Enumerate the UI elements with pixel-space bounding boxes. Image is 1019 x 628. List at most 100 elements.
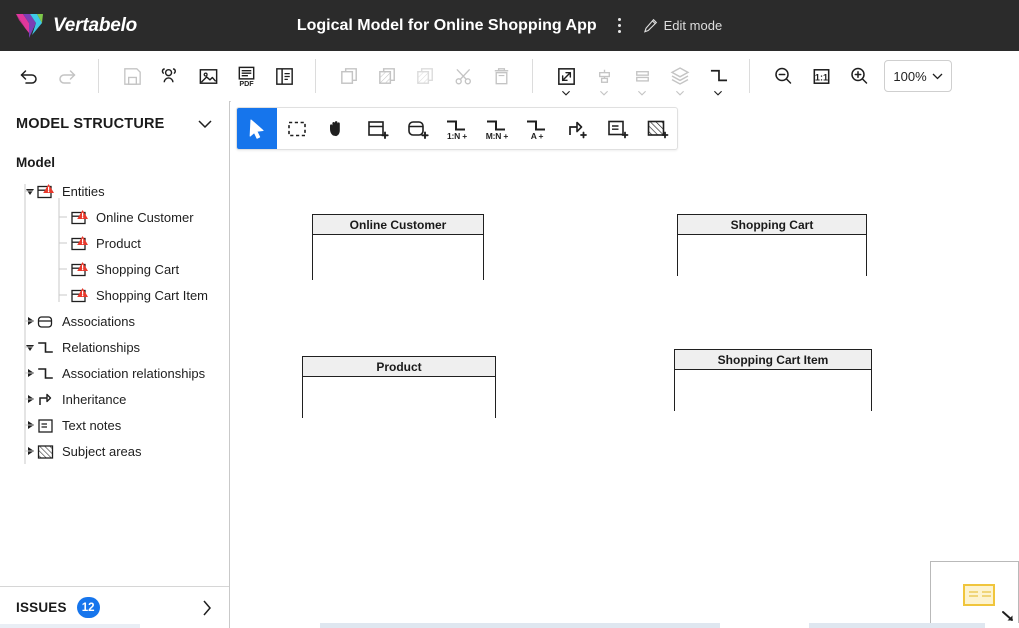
entity-attribute-list[interactable] [313, 235, 483, 280]
tree-node-shopping-cart[interactable]: Shopping Cart [0, 256, 229, 282]
chevron-down-icon[interactable] [714, 90, 723, 96]
entity-box[interactable]: Online Customer [312, 214, 484, 280]
scissors-icon [455, 68, 471, 84]
add-inheritance-tool[interactable] [557, 108, 597, 149]
documentation-button[interactable] [265, 57, 303, 95]
tree-root-label[interactable]: Model [0, 153, 229, 178]
header-center-block: Logical Model for Online Shopping App Ed… [0, 0, 1019, 51]
add-many-to-many-tool[interactable]: M:N + [477, 108, 517, 149]
issues-left-group: ISSUES 12 [16, 597, 100, 618]
minimap[interactable] [930, 561, 1019, 626]
tree-node-associations[interactable]: Associations [0, 308, 229, 334]
layers-button[interactable] [661, 57, 699, 96]
align-vertical-button[interactable] [585, 57, 623, 96]
triangle-right-icon [28, 369, 34, 377]
tree-node-online-customer[interactable]: Online Customer [0, 204, 229, 230]
chevron-down-icon[interactable] [600, 90, 609, 96]
chevron-right-icon[interactable] [201, 599, 213, 617]
redo-arrow-icon [59, 70, 76, 84]
cut-button[interactable] [444, 57, 482, 95]
entity-box[interactable]: Product [302, 356, 496, 418]
expand-triangle-icon[interactable] [24, 341, 36, 353]
add-one-to-many-tool[interactable]: 1:N + [437, 108, 477, 149]
collapse-triangle-icon[interactable] [24, 419, 36, 431]
tree-node-label: Subject areas [62, 443, 142, 459]
tree-node-text-notes[interactable]: Text notes [0, 412, 229, 438]
select-tool[interactable] [237, 108, 277, 149]
collapse-triangle-icon[interactable] [24, 367, 36, 379]
marquee-select-tool[interactable] [277, 108, 317, 149]
redo-button[interactable] [48, 57, 86, 95]
collapse-triangle-icon[interactable] [24, 315, 36, 327]
tree-node-association-relationships[interactable]: Association relationships [0, 360, 229, 386]
tree-node-inheritance[interactable]: Inheritance [0, 386, 229, 412]
add-text-note-tool[interactable] [597, 108, 637, 149]
pan-tool[interactable] [317, 108, 357, 149]
align-horizontal-icon [635, 70, 649, 82]
entity-attribute-list[interactable] [675, 370, 871, 411]
add-association-relationship-tool[interactable]: A + [517, 108, 557, 149]
entity-warning-icon [36, 183, 55, 200]
horizontal-scrollbar[interactable] [231, 623, 1019, 628]
scrollbar-thumb[interactable] [320, 623, 720, 628]
add-association-tool[interactable] [397, 108, 437, 149]
entity-box[interactable]: Shopping Cart [677, 214, 867, 276]
brand-logo[interactable]: Vertabelo [14, 11, 137, 40]
minimap-viewport[interactable] [963, 584, 995, 606]
tree-node-label: Associations [62, 313, 135, 329]
issues-bar[interactable]: ISSUES 12 [0, 586, 229, 628]
entity-attribute-list[interactable] [303, 377, 495, 418]
entity-box[interactable]: Shopping Cart Item [674, 349, 872, 411]
zoom-out-button[interactable] [764, 57, 802, 95]
diagram-surface[interactable]: Online Customer Shopping Cart Product Shopp… [231, 101, 1019, 628]
delete-button[interactable] [482, 57, 520, 95]
cursor-arrow-icon [249, 118, 264, 139]
add-entity-tool[interactable] [357, 108, 397, 149]
export-image-button[interactable] [189, 57, 227, 95]
collapse-triangle-icon[interactable] [24, 393, 36, 405]
toolbar-separator [532, 59, 533, 93]
zoom-reset-button[interactable]: 1:1 [802, 57, 840, 95]
align-horizontal-button[interactable] [623, 57, 661, 96]
chevron-down-icon[interactable] [638, 90, 647, 96]
chevron-down-icon [932, 73, 943, 79]
paste-button[interactable] [368, 57, 406, 95]
edit-mode-button[interactable]: Edit mode [643, 18, 722, 33]
copy-button[interactable] [330, 57, 368, 95]
auto-size-button[interactable] [547, 57, 585, 96]
share-button[interactable] [151, 57, 189, 95]
chevron-down-icon[interactable] [562, 90, 571, 96]
chevron-down-icon[interactable] [676, 90, 685, 96]
text-note-plus-icon [608, 120, 629, 138]
scrollbar-thumb-secondary[interactable] [809, 623, 985, 628]
toolbar-separator [315, 59, 316, 93]
entity-attribute-list[interactable] [678, 235, 866, 276]
zoom-in-button[interactable] [840, 57, 878, 95]
kebab-menu-icon[interactable] [611, 15, 629, 37]
diagram-canvas[interactable]: Online Customer Shopping Cart Product Shopp… [231, 101, 1019, 628]
chevron-down-icon[interactable] [197, 119, 213, 129]
align-vertical-icon [598, 69, 610, 83]
collapse-triangle-icon[interactable] [24, 445, 36, 457]
resize-diagonal-arrow-icon[interactable] [1001, 609, 1015, 623]
zoom-level-select[interactable]: 100% [884, 60, 952, 92]
model-structure-header[interactable]: MODEL STRUCTURE [0, 101, 229, 147]
save-button[interactable] [113, 57, 151, 95]
tree-node-entities[interactable]: Entities [0, 178, 229, 204]
export-pdf-button[interactable]: PDF [227, 57, 265, 95]
tree-node-product[interactable]: Product [0, 230, 229, 256]
paste-special-button[interactable] [406, 57, 444, 95]
tree-node-relationships[interactable]: Relationships [0, 334, 229, 360]
tree-node-shopping-cart-item[interactable]: Shopping Cart Item [0, 282, 229, 308]
line-routing-button[interactable] [699, 57, 737, 96]
model-structure-sidebar: MODEL STRUCTURE Model Entities Online Cus… [0, 101, 230, 628]
inheritance-plus-icon [569, 121, 587, 138]
expand-triangle-icon[interactable] [24, 185, 36, 197]
add-subject-area-tool[interactable] [637, 108, 677, 149]
tree-node-label: Relationships [62, 339, 141, 355]
document-title: Logical Model for Online Shopping App [296, 16, 597, 34]
tree-node-subject-areas[interactable]: Subject areas [0, 438, 229, 464]
floppy-disk-icon [123, 67, 141, 85]
tool-icon-with-label: 1:N + [445, 117, 469, 141]
undo-button[interactable] [10, 57, 48, 95]
